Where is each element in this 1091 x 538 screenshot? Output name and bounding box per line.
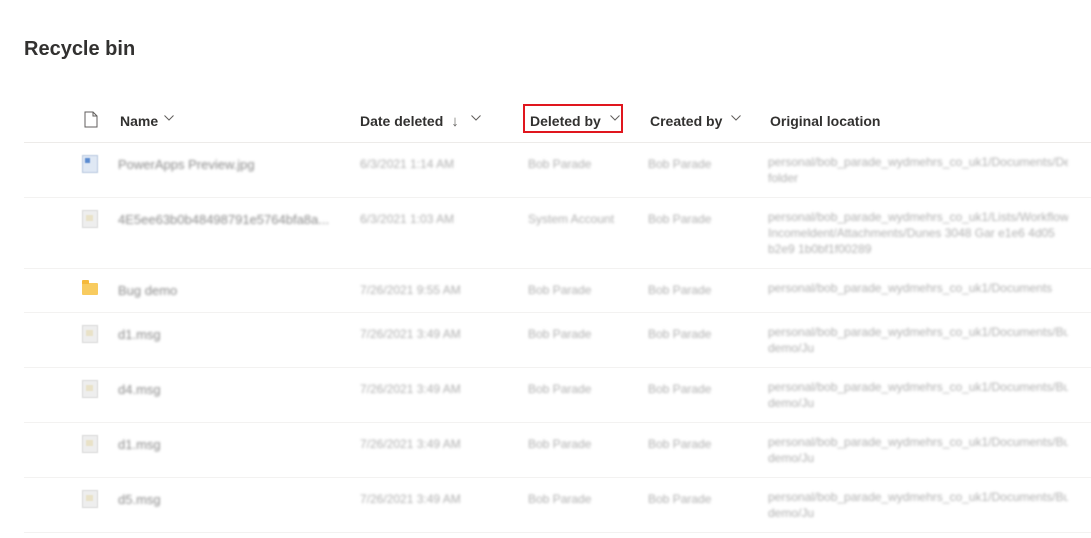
row-created-by: Bob Parade	[648, 283, 712, 297]
table-row[interactable]: d4.msg 7/26/2021 3:49 AM Bob Parade Bob …	[24, 368, 1091, 423]
row-deleted-by: Bob Parade	[528, 382, 592, 396]
column-header-original-location-label: Original location	[770, 113, 881, 129]
row-name[interactable]: PowerApps Preview.jpg	[118, 157, 328, 172]
column-header-name[interactable]: Name	[120, 100, 174, 142]
row-created-by: Bob Parade	[648, 437, 712, 451]
recycle-bin-list: PowerApps Preview.jpg 6/3/2021 1:14 AM B…	[24, 143, 1091, 533]
row-deleted-by: Bob Parade	[528, 327, 592, 341]
row-date-deleted: 7/26/2021 3:49 AM	[360, 382, 461, 396]
row-deleted-by: Bob Parade	[528, 283, 592, 297]
chevron-down-icon	[164, 114, 174, 124]
column-header-row: Name Date deleted ↓ Deleted by Created b…	[24, 100, 1091, 143]
row-date-deleted: 7/26/2021 9:55 AM	[360, 283, 461, 297]
folder-icon	[82, 280, 98, 295]
highlight-box	[523, 104, 623, 133]
row-created-by: Bob Parade	[648, 382, 712, 396]
row-created-by: Bob Parade	[648, 157, 712, 171]
row-original-location: personal/bob_parade_wydmehrs_co_uk1/Docu…	[768, 155, 1068, 185]
column-header-created-by[interactable]: Created by	[650, 100, 742, 142]
row-deleted-by: System Account	[528, 212, 615, 226]
row-original-location: personal/bob_parade_wydmehrs_co_uk1/Docu…	[768, 490, 1068, 520]
row-date-deleted: 6/3/2021 1:14 AM	[360, 157, 455, 171]
row-name[interactable]: Bug demo	[118, 283, 328, 298]
row-name[interactable]: d1.msg	[118, 327, 328, 342]
row-original-location: personal/bob_parade_wydmehrs_co_uk1/Docu…	[768, 435, 1068, 465]
document-file-icon	[82, 490, 98, 508]
document-file-icon	[82, 210, 98, 228]
row-name[interactable]: d4.msg	[118, 382, 328, 397]
row-date-deleted: 7/26/2021 3:49 AM	[360, 327, 461, 341]
document-file-icon	[82, 435, 98, 453]
row-created-by: Bob Parade	[648, 492, 712, 506]
row-deleted-by: Bob Parade	[528, 437, 592, 451]
column-header-date-deleted[interactable]: Date deleted ↓	[360, 100, 481, 142]
table-row[interactable]: d1.msg 7/26/2021 3:49 AM Bob Parade Bob …	[24, 423, 1091, 478]
row-date-deleted: 6/3/2021 1:03 AM	[360, 212, 455, 226]
chevron-down-icon	[470, 114, 481, 124]
table-row[interactable]: Bug demo 7/26/2021 9:55 AM Bob Parade Bo…	[24, 269, 1091, 313]
row-original-location: personal/bob_parade_wydmehrs_co_uk1/Docu…	[768, 380, 1068, 410]
row-created-by: Bob Parade	[648, 212, 712, 226]
document-file-icon	[82, 325, 98, 343]
row-created-by: Bob Parade	[648, 327, 712, 341]
row-original-location: personal/bob_parade_wydmehrs_co_uk1/Docu…	[768, 281, 1053, 295]
document-file-icon	[82, 380, 98, 398]
row-name[interactable]: d5.msg	[118, 492, 328, 507]
sort-descending-icon: ↓	[451, 112, 459, 130]
column-header-date-deleted-label: Date deleted	[360, 113, 444, 129]
table-row[interactable]: d5.msg 7/26/2021 3:49 AM Bob Parade Bob …	[24, 478, 1091, 533]
row-deleted-by: Bob Parade	[528, 157, 592, 171]
row-date-deleted: 7/26/2021 3:49 AM	[360, 437, 461, 451]
row-deleted-by: Bob Parade	[528, 492, 592, 506]
row-original-location: personal/bob_parade_wydmehrs_co_uk1/List…	[768, 210, 1068, 256]
column-header-created-by-label: Created by	[650, 113, 723, 129]
image-file-icon	[82, 155, 98, 173]
table-row[interactable]: 4E5ee63b0b48498791e5764bfa8a... 6/3/2021…	[24, 198, 1091, 269]
table-row[interactable]: PowerApps Preview.jpg 6/3/2021 1:14 AM B…	[24, 143, 1091, 198]
row-date-deleted: 7/26/2021 3:49 AM	[360, 492, 461, 506]
column-header-original-location[interactable]: Original location	[770, 100, 880, 142]
table-row[interactable]: d1.msg 7/26/2021 3:49 AM Bob Parade Bob …	[24, 313, 1091, 368]
page-title: Recycle bin	[24, 38, 136, 60]
chevron-down-icon	[731, 114, 742, 124]
file-type-icon[interactable]	[84, 111, 98, 131]
row-original-location: personal/bob_parade_wydmehrs_co_uk1/Docu…	[768, 325, 1068, 355]
row-name[interactable]: d1.msg	[118, 437, 328, 452]
column-header-name-label: Name	[120, 113, 159, 129]
row-name[interactable]: 4E5ee63b0b48498791e5764bfa8a...	[118, 212, 333, 227]
